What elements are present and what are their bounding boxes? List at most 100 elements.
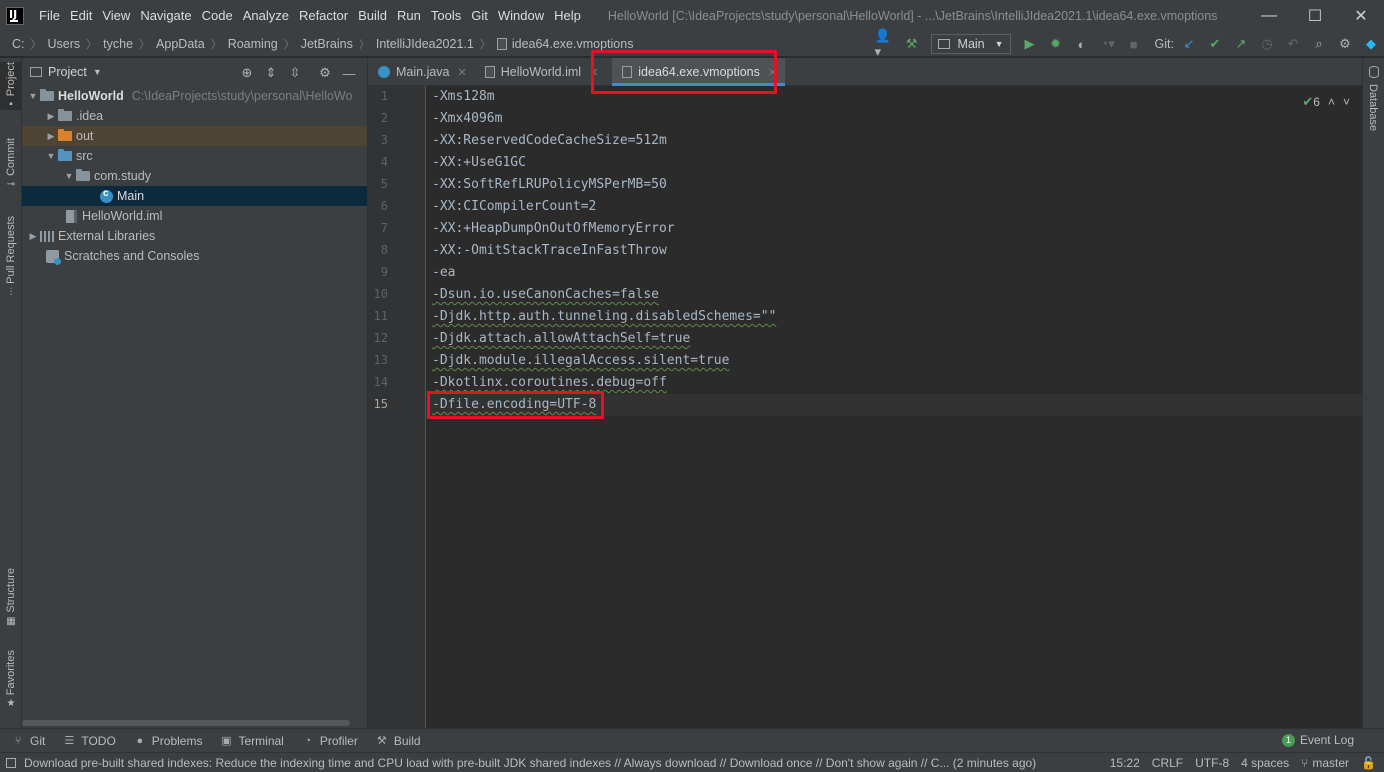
status-toggle-icon[interactable]: [6, 757, 16, 768]
lock-icon[interactable]: 🔓: [1361, 756, 1376, 770]
menu-build[interactable]: Build: [353, 0, 392, 31]
tool-tab-database[interactable]: Database: [1367, 84, 1379, 131]
code-line[interactable]: -Xms128m: [432, 86, 495, 108]
breadcrumb-users[interactable]: Users: [48, 37, 81, 51]
tab-helloworld-iml[interactable]: HelloWorld.iml ✕: [475, 58, 607, 86]
tree-item-com-study[interactable]: ▼ com.study: [22, 166, 367, 186]
code-line[interactable]: -XX:ReservedCodeCacheSize=512m: [432, 130, 667, 152]
code-editor[interactable]: -Xms128m -Xmx4096m -XX:ReservedCodeCache…: [427, 86, 1362, 728]
locate-icon[interactable]: ⊕: [237, 62, 257, 84]
code-line[interactable]: -ea: [432, 262, 455, 284]
inspection-widget[interactable]: ✔6 ˄ ˅: [1302, 94, 1350, 110]
chevron-down-icon[interactable]: ▼: [62, 171, 76, 181]
code-line[interactable]: -Djdk.attach.allowAttachSelf=true: [432, 328, 690, 350]
code-line[interactable]: -Djdk.http.auth.tunneling.disabledScheme…: [432, 306, 776, 328]
menu-code[interactable]: Code: [197, 0, 238, 31]
breadcrumb-roaming[interactable]: Roaming: [228, 37, 278, 51]
close-window-button[interactable]: ✕: [1338, 0, 1384, 31]
tool-tab-project[interactable]: Project ▪: [0, 62, 22, 111]
tree-item-scratches[interactable]: Scratches and Consoles: [22, 246, 367, 266]
chevron-down-icon[interactable]: ˅: [1343, 95, 1350, 109]
file-encoding[interactable]: UTF-8: [1195, 756, 1229, 770]
build-hammer-icon[interactable]: ⚒: [901, 33, 923, 55]
menu-refactor[interactable]: Refactor: [294, 0, 353, 31]
tool-profiler[interactable]: ◔ Profiler: [302, 734, 358, 748]
tree-item-external-libraries[interactable]: ▶ External Libraries: [22, 226, 367, 246]
collapse-all-icon[interactable]: ⇳: [285, 62, 305, 84]
tool-tab-favorites[interactable]: Favorites ★: [0, 650, 22, 709]
tree-item-main[interactable]: Main: [22, 186, 367, 206]
rollback-icon[interactable]: ↶: [1282, 33, 1304, 55]
tool-build[interactable]: ⚒ Build: [376, 734, 421, 748]
chevron-right-icon[interactable]: ▶: [44, 111, 58, 122]
tool-tab-commit[interactable]: Commit ⊸: [0, 138, 22, 190]
project-view-select[interactable]: Project: [48, 65, 87, 79]
gear-icon[interactable]: ⚙: [315, 62, 335, 84]
code-line[interactable]: -XX:-OmitStackTraceInFastThrow: [432, 240, 667, 262]
code-line[interactable]: -XX:CICompilerCount=2: [432, 196, 596, 218]
chevron-right-icon[interactable]: ▶: [26, 231, 40, 242]
chevron-right-icon[interactable]: ▶: [44, 131, 58, 142]
event-log-button[interactable]: 1 Event Log: [1281, 733, 1354, 747]
breadcrumb-jetbrains[interactable]: JetBrains: [301, 37, 353, 51]
menu-analyze[interactable]: Analyze: [238, 0, 294, 31]
breadcrumb-drive[interactable]: C:: [12, 37, 25, 51]
breadcrumb-file[interactable]: idea64.exe.vmoptions: [512, 37, 634, 51]
run-icon[interactable]: ▶: [1019, 33, 1041, 55]
code-line[interactable]: -Xmx4096m: [432, 108, 502, 130]
run-config-select[interactable]: Main ▼: [930, 34, 1011, 54]
tool-terminal[interactable]: ▣ Terminal: [220, 734, 284, 748]
search-icon[interactable]: ⌕: [1308, 33, 1330, 55]
tab-main-java[interactable]: Main.java ✕: [368, 58, 475, 86]
git-branch[interactable]: master: [1312, 756, 1349, 770]
stop-icon[interactable]: ■: [1123, 33, 1145, 55]
code-line[interactable]: -Dkotlinx.coroutines.debug=off: [432, 372, 667, 394]
close-icon[interactable]: ✕: [768, 66, 777, 79]
tree-item-src[interactable]: ▼ src: [22, 146, 367, 166]
code-line[interactable]: -XX:+HeapDumpOnOutOfMemoryError: [432, 218, 675, 240]
debug-icon[interactable]: ✹: [1045, 33, 1067, 55]
intellij-logo-icon[interactable]: IJ: [6, 6, 24, 25]
tool-problems[interactable]: ● Problems: [134, 734, 202, 748]
menu-navigate[interactable]: Navigate: [135, 0, 196, 31]
close-icon[interactable]: ✕: [458, 66, 467, 79]
horizontal-scrollbar[interactable]: [22, 720, 350, 726]
menu-edit[interactable]: Edit: [65, 0, 97, 31]
code-line[interactable]: -XX:+UseG1GC: [432, 152, 526, 174]
gear-icon[interactable]: ⚙: [1334, 33, 1356, 55]
chevron-down-icon[interactable]: ▼: [26, 91, 40, 101]
history-icon[interactable]: ◷: [1256, 33, 1278, 55]
breadcrumb-idea-config[interactable]: IntelliJIdea2021.1: [376, 37, 474, 51]
profile-icon[interactable]: ◔▾: [1097, 33, 1119, 55]
minimize-button[interactable]: —: [1246, 0, 1292, 31]
chevron-up-icon[interactable]: ˄: [1328, 95, 1335, 109]
menu-tools[interactable]: Tools: [426, 0, 466, 31]
code-line-current[interactable]: -Dfile.encoding=UTF-8: [432, 394, 596, 416]
code-line[interactable]: -XX:SoftRefLRUPolicyMSPerMB=50: [432, 174, 667, 196]
breadcrumb-appdata[interactable]: AppData: [156, 37, 205, 51]
git-commit-icon[interactable]: ✔: [1204, 33, 1226, 55]
breadcrumb-user[interactable]: tyche: [103, 37, 133, 51]
code-line[interactable]: -Dsun.io.useCanonCaches=false: [432, 284, 659, 306]
indent-setting[interactable]: 4 spaces: [1241, 756, 1289, 770]
menu-help[interactable]: Help: [549, 0, 586, 31]
tool-tab-structure[interactable]: Structure ▦: [0, 568, 22, 627]
menu-run[interactable]: Run: [392, 0, 426, 31]
hide-panel-icon[interactable]: —: [339, 62, 359, 84]
tab-idea64-vmoptions[interactable]: idea64.exe.vmoptions ✕: [612, 58, 786, 86]
coverage-icon[interactable]: ◐: [1071, 33, 1093, 55]
tree-item-helloworld[interactable]: ▼ HelloWorld C:\IdeaProjects\study\perso…: [22, 86, 367, 106]
tree-item-helloworld-iml[interactable]: HelloWorld.iml: [22, 206, 367, 226]
menu-window[interactable]: Window: [493, 0, 549, 31]
line-separator[interactable]: CRLF: [1152, 756, 1183, 770]
user-icon[interactable]: 👤▾: [875, 28, 897, 59]
tool-git[interactable]: ⑂ Git: [12, 734, 46, 748]
status-message[interactable]: Download pre-built shared indexes: Reduc…: [6, 756, 1098, 770]
tool-tab-pull-requests[interactable]: Pull Requests ⫶: [0, 216, 22, 298]
git-update-icon[interactable]: ↙: [1178, 33, 1200, 55]
chevron-down-icon[interactable]: ▼: [93, 67, 102, 77]
tool-todo[interactable]: ☰ TODO: [63, 734, 115, 748]
tree-item-out[interactable]: ▶ out: [22, 126, 367, 146]
code-line[interactable]: -Djdk.module.illegalAccess.silent=true: [432, 350, 729, 372]
tree-item-idea[interactable]: ▶ .idea: [22, 106, 367, 126]
